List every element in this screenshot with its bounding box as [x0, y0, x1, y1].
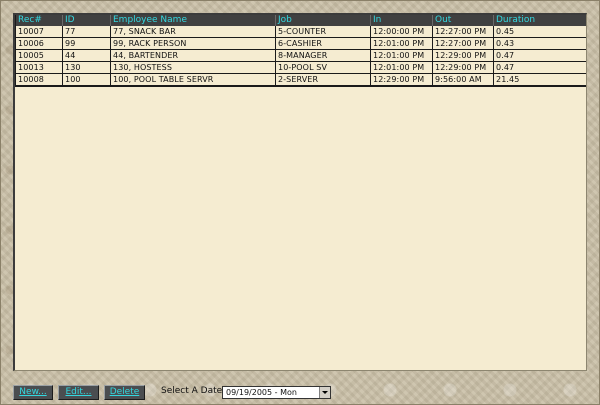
cell-id: 99 — [62, 37, 111, 50]
cell-in: 12:01:00 PM — [370, 49, 433, 62]
cell-rec: 10008 — [15, 73, 63, 87]
cell-in: 12:00:00 PM — [370, 26, 433, 38]
column-header-rec[interactable]: Rec# — [15, 15, 63, 26]
edit-button[interactable]: Edit... — [58, 385, 99, 400]
column-header-employee-name[interactable]: Employee Name — [110, 15, 276, 26]
column-header-id[interactable]: ID — [62, 15, 111, 26]
column-header-duration[interactable]: Duration — [493, 15, 586, 26]
cell-rec: 10013 — [15, 61, 63, 74]
cell-employee-name: 99, RACK PERSON — [110, 37, 276, 50]
table-row[interactable]: 10006 99 99, RACK PERSON 6-CASHIER 12:01… — [15, 37, 586, 50]
date-select[interactable]: 09/19/2005 - Mon — [222, 386, 331, 399]
cell-out: 12:29:00 PM — [432, 61, 494, 74]
cell-employee-name: 130, HOSTESS — [110, 61, 276, 74]
table-row[interactable]: 10008 100 100, POOL TABLE SERVR 2-SERVER… — [15, 73, 586, 87]
cell-duration: 0.43 — [493, 37, 586, 50]
bottom-toolbar: New... Edit... Delete Select A Date: 09/… — [13, 383, 587, 401]
table-row[interactable]: 10013 130 130, HOSTESS 10-POOL SV 12:01:… — [15, 61, 586, 74]
table-header-row: Rec# ID Employee Name Job In Out Duratio… — [15, 15, 586, 26]
cell-id: 77 — [62, 26, 111, 38]
cell-out: 12:27:00 PM — [432, 37, 494, 50]
column-header-out[interactable]: Out — [432, 15, 494, 26]
cell-id: 44 — [62, 49, 111, 62]
cell-job: 10-POOL SV — [275, 61, 371, 74]
column-header-job[interactable]: Job — [275, 15, 371, 26]
cell-out: 12:27:00 PM — [432, 26, 494, 38]
cell-in: 12:01:00 PM — [370, 37, 433, 50]
cell-rec: 10007 — [15, 26, 63, 38]
cell-duration: 0.47 — [493, 49, 586, 62]
cell-out: 9:56:00 AM — [432, 73, 494, 87]
timecard-table: Rec# ID Employee Name Job In Out Duratio… — [15, 15, 586, 87]
delete-button[interactable]: Delete — [104, 385, 145, 400]
cell-job: 6-CASHIER — [275, 37, 371, 50]
date-select-value: 09/19/2005 - Mon — [226, 388, 297, 397]
timecard-grid: Rec# ID Employee Name Job In Out Duratio… — [13, 13, 587, 371]
cell-job: 2-SERVER — [275, 73, 371, 87]
cell-employee-name: 44, BARTENDER — [110, 49, 276, 62]
cell-id: 130 — [62, 61, 111, 74]
cell-duration: 0.47 — [493, 61, 586, 74]
cell-employee-name: 77, SNACK BAR — [110, 26, 276, 38]
new-button[interactable]: New... — [13, 385, 53, 400]
cell-out: 12:29:00 PM — [432, 49, 494, 62]
date-picker-label: Select A Date: — [161, 386, 226, 396]
cell-employee-name: 100, POOL TABLE SERVR — [110, 73, 276, 87]
cell-id: 100 — [62, 73, 111, 87]
table-row[interactable]: 10005 44 44, BARTENDER 8-MANAGER 12:01:0… — [15, 49, 586, 62]
cell-job: 5-COUNTER — [275, 26, 371, 38]
cell-duration: 0.45 — [493, 26, 586, 38]
cell-in: 12:29:00 PM — [370, 73, 433, 87]
cell-in: 12:01:00 PM — [370, 61, 433, 74]
cell-rec: 10005 — [15, 49, 63, 62]
table-row[interactable]: 10007 77 77, SNACK BAR 5-COUNTER 12:00:0… — [15, 26, 586, 38]
cell-job: 8-MANAGER — [275, 49, 371, 62]
column-header-in[interactable]: In — [370, 15, 433, 26]
cell-duration: 21.45 — [493, 73, 586, 87]
cell-rec: 10006 — [15, 37, 63, 50]
chevron-down-icon[interactable] — [319, 387, 330, 398]
